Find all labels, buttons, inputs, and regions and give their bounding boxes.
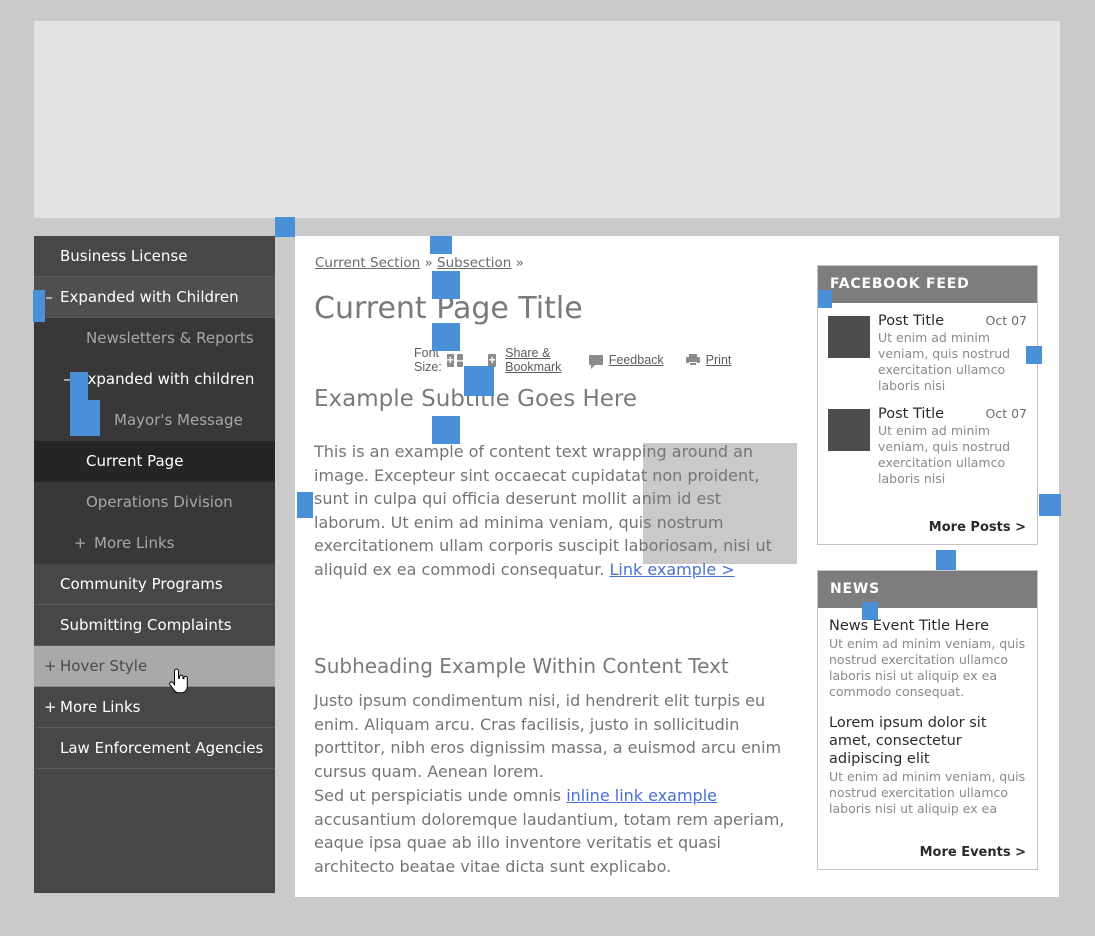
sidebar-item-expanded-with-children[interactable]: – Expanded with Children — [34, 277, 275, 318]
sidebar-item-label: Hover Style — [60, 657, 148, 675]
more-posts-link[interactable]: More Posts > — [929, 520, 1026, 535]
sidebar-item-community-programs[interactable]: Community Programs — [34, 564, 275, 605]
news-item-title: News Event Title Here — [829, 618, 990, 634]
post-description: Ut enim ad minim veniam, quis nostrud ex… — [878, 330, 1011, 393]
feedback-link[interactable]: Feedback — [609, 353, 664, 367]
content-subheading: Subheading Example Within Content Text — [314, 654, 729, 678]
news-item-title: Lorem ipsum dolor sit amet, consectetur … — [829, 715, 987, 767]
news-item-description: Ut enim ad minim veniam, quis nostrud ex… — [829, 769, 1026, 816]
post-date: Oct 07 — [985, 406, 1028, 421]
selection-marker[interactable] — [1026, 346, 1042, 364]
paragraph-1-text: This is an example of content text wrapp… — [314, 442, 772, 579]
news-item-description: Ut enim ad minim veniam, quis nostrud ex… — [829, 636, 1026, 699]
share-bookmark-group[interactable]: + Share & Bookmark — [488, 346, 566, 374]
sidebar-item-label: Operations Division — [86, 493, 233, 511]
facebook-post-item[interactable]: Post Title Oct 07 Ut enim ad minim venia… — [828, 406, 1027, 487]
selection-marker[interactable] — [430, 236, 452, 254]
news-list-item[interactable]: News Event Title Here Ut enim ad minim v… — [829, 617, 1026, 700]
news-body: News Event Title Here Ut enim ad minim v… — [818, 608, 1037, 817]
selection-marker[interactable] — [432, 416, 460, 444]
post-date: Oct 07 — [985, 313, 1028, 328]
font-size-decrease-button[interactable]: – — [456, 353, 464, 367]
sidebar-item-more-links-sub[interactable]: + More Links — [34, 523, 275, 564]
page-tools-toolbar: Font Size: + – + Share & Bookmark Feedba… — [295, 346, 795, 374]
share-plus-icon[interactable]: + — [488, 353, 497, 367]
breadcrumb-link-current-section[interactable]: Current Section — [315, 255, 420, 271]
sidebar-item-label: Law Enforcement Agencies — [60, 739, 264, 757]
print-link[interactable]: Print — [706, 353, 732, 367]
sidebar-item-label: Expanded with Children — [60, 288, 239, 306]
sidebar-item-operations-division[interactable]: Operations Division — [34, 482, 275, 523]
printer-icon — [685, 354, 700, 366]
facebook-feed-widget: FACEBOOK FEED Post Title Oct 07 Ut enim … — [817, 265, 1038, 545]
sidebar-item-label: Submitting Complaints — [60, 616, 232, 634]
inline-link-example[interactable]: inline link example — [566, 786, 717, 805]
more-events-link[interactable]: More Events > — [920, 845, 1026, 860]
sidebar-item-more-links[interactable]: + More Links — [34, 687, 275, 728]
sidebar-item-newsletters-reports[interactable]: Newsletters & Reports — [34, 318, 275, 359]
sidebar-item-law-enforcement-agencies[interactable]: Law Enforcement Agencies — [34, 728, 275, 769]
sidebar-item-current-page[interactable]: Current Page — [34, 441, 275, 482]
news-widget: NEWS News Event Title Here Ut enim ad mi… — [817, 570, 1038, 870]
breadcrumb-separator: » — [420, 255, 437, 271]
facebook-post-item[interactable]: Post Title Oct 07 Ut enim ad minim venia… — [828, 313, 1027, 394]
selection-marker[interactable] — [464, 366, 494, 396]
facebook-feed-header: FACEBOOK FEED — [818, 266, 1037, 303]
sidebar-item-label: More Links — [60, 698, 141, 716]
link-example[interactable]: Link example > — [609, 560, 734, 579]
left-sidebar-nav: Business License – Expanded with Children… — [34, 236, 275, 893]
post-description: Ut enim ad minim veniam, quis nostrud ex… — [878, 423, 1011, 486]
selection-marker[interactable] — [297, 492, 313, 518]
selection-marker[interactable] — [936, 550, 956, 570]
post-title: Post Title — [878, 406, 945, 422]
sidebar-subgroup: Newsletters & Reports – Expanded with chi… — [34, 318, 275, 564]
breadcrumb-link-subsection[interactable]: Subsection — [437, 255, 511, 271]
facebook-feed-body: Post Title Oct 07 Ut enim ad minim venia… — [818, 303, 1037, 487]
content-paragraph-1: This is an example of content text wrapp… — [314, 440, 797, 581]
sidebar-item-label: Mayor's Message — [114, 411, 243, 429]
paragraph-3-after: accusantium doloremque laudantium, totam… — [314, 809, 785, 876]
page-root: Business License – Expanded with Children… — [0, 0, 1095, 936]
selection-marker[interactable] — [432, 271, 460, 299]
sidebar-item-label: Business License — [60, 247, 188, 265]
plus-icon[interactable]: + — [44, 687, 57, 727]
feedback-group[interactable]: Feedback — [588, 353, 664, 369]
content-paragraph-2: Justo ipsum condimentum nisi, id hendrer… — [314, 691, 782, 781]
sidebar-item-label: Newsletters & Reports — [86, 329, 254, 347]
sidebar-item-business-license[interactable]: Business License — [34, 236, 275, 277]
sidebar-item-hover-style[interactable]: + Hover Style — [34, 646, 275, 687]
paragraph-3-before: Sed ut perspiciatis unde omnis — [314, 786, 567, 805]
sidebar-item-label: Current Page — [86, 452, 184, 470]
news-header: NEWS — [818, 571, 1037, 608]
sidebar-item-label: Community Programs — [60, 575, 223, 593]
plus-icon[interactable]: + — [44, 646, 57, 686]
share-bookmark-link[interactable]: Share & Bookmark — [505, 346, 567, 374]
print-group[interactable]: Print — [685, 353, 732, 367]
minus-icon[interactable]: – — [44, 277, 54, 317]
breadcrumb-separator-2: » — [511, 255, 524, 271]
plus-icon[interactable]: + — [74, 523, 87, 564]
sidebar-item-label: Expanded with children — [78, 370, 255, 388]
speech-bubble-icon — [588, 355, 603, 369]
post-title: Post Title — [878, 313, 945, 329]
selection-marker[interactable] — [275, 217, 295, 237]
news-list-item[interactable]: Lorem ipsum dolor sit amet, consectetur … — [829, 714, 1026, 817]
breadcrumb: Current Section » Subsection » — [315, 255, 524, 271]
sidebar-item-submitting-complaints[interactable]: Submitting Complaints — [34, 605, 275, 646]
selection-marker[interactable] — [1039, 494, 1061, 516]
selection-marker[interactable] — [818, 290, 832, 308]
pointing-hand-cursor — [168, 668, 190, 694]
site-header-banner — [34, 21, 1060, 218]
selection-marker[interactable] — [33, 290, 45, 322]
selection-marker[interactable] — [432, 323, 460, 351]
sidebar-item-label: More Links — [94, 534, 175, 552]
content-paragraph-3: Sed ut perspiciatis unde omnis inline li… — [314, 784, 797, 878]
selection-marker[interactable] — [70, 400, 100, 436]
selection-marker[interactable] — [862, 602, 878, 620]
font-size-increase-button[interactable]: + — [446, 353, 454, 367]
